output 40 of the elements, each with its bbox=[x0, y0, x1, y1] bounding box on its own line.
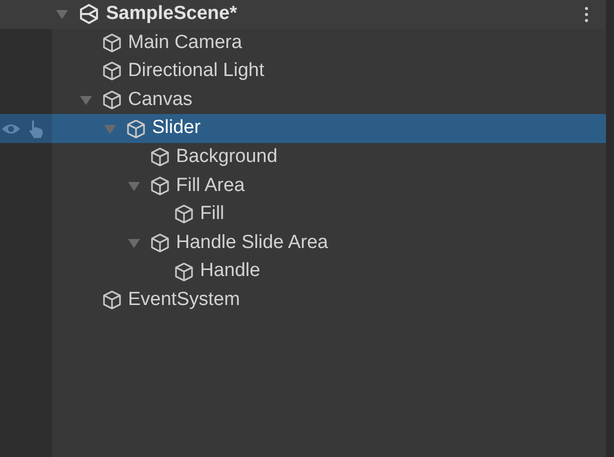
cube-icon bbox=[174, 262, 194, 282]
scrollbar-track[interactable] bbox=[606, 0, 614, 457]
item-label: Slider bbox=[152, 116, 201, 140]
item-label: Fill bbox=[200, 202, 224, 226]
unity-logo-icon bbox=[78, 3, 100, 26]
hierarchy-item[interactable]: Slider bbox=[0, 114, 606, 143]
item-label: Handle Slide Area bbox=[176, 230, 328, 255]
cube-icon bbox=[174, 204, 194, 224]
hierarchy-item[interactable]: Main Camera bbox=[0, 28, 606, 58]
hierarchy-item[interactable]: Fill bbox=[0, 200, 606, 229]
item-label: Main Camera bbox=[128, 30, 242, 55]
cube-icon bbox=[150, 233, 170, 254]
hierarchy-item[interactable]: Directional Light bbox=[0, 57, 606, 86]
eye-icon[interactable] bbox=[1, 122, 21, 136]
item-label: Directional Light bbox=[128, 59, 264, 84]
hierarchy-item[interactable]: EventSystem bbox=[0, 286, 606, 315]
item-label: Handle bbox=[200, 259, 260, 284]
cube-icon bbox=[102, 290, 122, 310]
scene-title: SampleScene* bbox=[106, 2, 237, 26]
hierarchy-item[interactable]: Canvas bbox=[0, 86, 606, 114]
hierarchy-item[interactable]: Background bbox=[0, 142, 606, 172]
hand-pointer-icon[interactable] bbox=[27, 118, 45, 139]
expand-arrow-icon[interactable] bbox=[127, 236, 141, 250]
hierarchy-item[interactable]: Fill Area bbox=[0, 172, 606, 200]
cube-icon bbox=[150, 176, 170, 196]
item-label: Fill Area bbox=[176, 174, 245, 198]
cube-icon bbox=[150, 147, 170, 168]
cube-icon bbox=[102, 61, 122, 82]
expand-arrow-icon[interactable] bbox=[55, 7, 69, 22]
hierarchy-item[interactable]: Handle bbox=[0, 257, 606, 286]
more-menu-icon[interactable] bbox=[585, 7, 588, 22]
scene-header[interactable]: SampleScene* bbox=[0, 0, 606, 29]
hierarchy-item[interactable]: Handle Slide Area bbox=[0, 228, 606, 258]
cube-icon bbox=[102, 32, 122, 53]
expand-arrow-icon[interactable] bbox=[79, 93, 93, 108]
cube-icon bbox=[126, 118, 146, 139]
cube-icon bbox=[102, 90, 122, 110]
item-label: Background bbox=[176, 145, 278, 170]
item-label: Canvas bbox=[128, 88, 192, 112]
item-label: EventSystem bbox=[128, 288, 240, 312]
